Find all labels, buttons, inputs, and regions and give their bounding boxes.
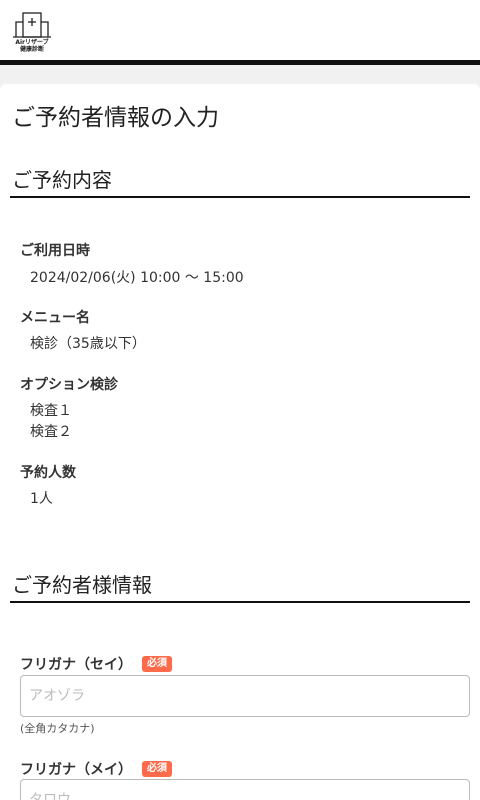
airreserve-logo[interactable]: Airリザーブ 健康診断 [12,10,52,53]
furigana-mei-label-row: フリガナ（メイ） 必須 [20,759,172,779]
furigana-sei-label-row: フリガナ（セイ） 必須 [20,654,172,674]
building-icon [13,12,51,38]
people-value: 1人 [30,491,53,507]
required-badge: 必須 [142,656,172,672]
people-label: 予約人数 [20,465,76,481]
header-divider [0,60,480,65]
logo-line-2: 健康診断 [19,46,44,53]
menu-value: 検診（35歳以下） [30,336,146,352]
option-label: オプション検診 [20,377,118,393]
menu-label: メニュー名 [20,310,90,326]
furigana-sei-label: フリガナ（セイ） [20,657,132,673]
app-header: Airリザーブ 健康診断 [0,0,480,60]
option-item: 検査１ [30,403,72,419]
required-badge: 必須 [142,761,172,777]
logo-line-1: Airリザーブ [15,39,49,46]
booker-section-title: ご予約者様情報 [12,573,152,597]
datetime-label: ご利用日時 [20,243,90,259]
datetime-value: 2024/02/06(火) 10:00 〜 15:00 [30,270,244,286]
option-item: 検査２ [30,424,72,440]
furigana-mei-label: フリガナ（メイ） [20,762,132,778]
furigana-mei-input[interactable] [20,779,470,800]
page-title: ご予約者情報の入力 [12,105,219,131]
reservation-section-rule [10,196,470,198]
furigana-sei-hint: (全角カタカナ) [20,722,95,735]
reservation-section-title: ご予約内容 [12,168,112,192]
booker-section-rule [10,601,470,603]
booking-form-card: ご予約者情報の入力 ご予約内容 ご利用日時 2024/02/06(火) 10:0… [0,84,480,800]
logo-text: Airリザーブ 健康診断 [12,39,52,53]
furigana-sei-input[interactable] [20,675,470,717]
